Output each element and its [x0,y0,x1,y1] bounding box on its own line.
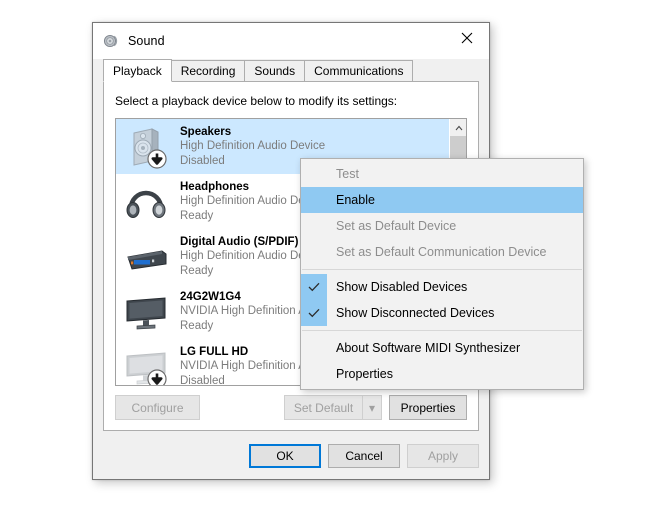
properties-button[interactable]: Properties [389,395,467,420]
apply-button[interactable]: Apply [407,444,479,468]
menu-item-about-software-midi-synthesizer[interactable]: About Software MIDI Synthesizer [301,335,583,361]
menu-item-label: About Software MIDI Synthesizer [336,341,521,355]
menu-item-enable[interactable]: Enable [301,187,583,213]
dialog-footer-buttons: OK Cancel Apply [249,444,479,468]
set-default-split-button: Set Default ▾ [284,395,382,420]
menu-item-set-as-default-device[interactable]: Set as Default Device [301,213,583,239]
menu-check-slot [301,335,327,361]
menu-item-show-disconnected-devices[interactable]: Show Disconnected Devices [301,300,583,326]
sound-speaker-icon [103,33,119,49]
device-context-menu: Test Enable Set as Default Device Set as… [300,158,584,390]
menu-check-slot [301,187,327,213]
menu-item-label: Set as Default Communication Device [336,245,547,259]
page-hint-text: Select a playback device below to modify… [115,94,398,108]
menu-item-show-disabled-devices[interactable]: Show Disabled Devices [301,274,583,300]
cancel-button[interactable]: Cancel [328,444,400,468]
ok-button[interactable]: OK [249,444,321,468]
chevron-up-icon[interactable] [450,119,466,136]
tab-bar: Playback Recording Sounds Communications [103,59,489,82]
device-action-buttons: Configure Set Default ▾ Properties [115,395,467,421]
menu-separator [302,330,582,331]
configure-button[interactable]: Configure [115,395,200,420]
device-name: Speakers [180,126,232,139]
menu-check-slot [301,239,327,265]
tab-playback[interactable]: Playback [103,59,172,82]
device-description: High Definition Audio Device [180,140,326,153]
menu-item-label: Properties [336,367,393,381]
menu-item-test[interactable]: Test [301,161,583,187]
dialog-titlebar: Sound [93,23,489,59]
menu-item-set-as-default-communication-device[interactable]: Set as Default Communication Device [301,239,583,265]
menu-item-label: Enable [336,193,375,207]
spdif-box-icon [122,233,170,281]
disabled-badge-icon [147,148,167,169]
headphones-icon [122,178,170,226]
tab-sounds[interactable]: Sounds [244,60,306,81]
menu-item-label: Set as Default Device [336,219,457,233]
dialog-title: Sound [128,34,165,48]
tab-communications[interactable]: Communications [304,60,414,81]
menu-check-slot [301,361,327,387]
tab-recording[interactable]: Recording [170,60,246,81]
close-icon[interactable] [444,23,489,53]
monitor-icon [122,288,170,336]
set-default-button[interactable]: Set Default [284,395,362,420]
menu-item-label: Show Disabled Devices [336,280,468,294]
menu-separator [302,269,582,270]
speaker-box-icon [122,123,170,171]
menu-check-slot [301,161,327,187]
menu-item-label: Test [336,167,359,181]
checkmark-icon [301,300,327,326]
desktop-background: Sound Playback Recording Sounds Communic… [0,0,662,515]
monitor-icon [122,343,170,385]
menu-item-label: Show Disconnected Devices [336,306,495,320]
set-default-dropdown-arrow-icon[interactable]: ▾ [362,395,382,420]
checkmark-icon [301,274,327,300]
menu-check-slot [301,213,327,239]
menu-item-properties[interactable]: Properties [301,361,583,387]
disabled-badge-icon [147,368,167,385]
